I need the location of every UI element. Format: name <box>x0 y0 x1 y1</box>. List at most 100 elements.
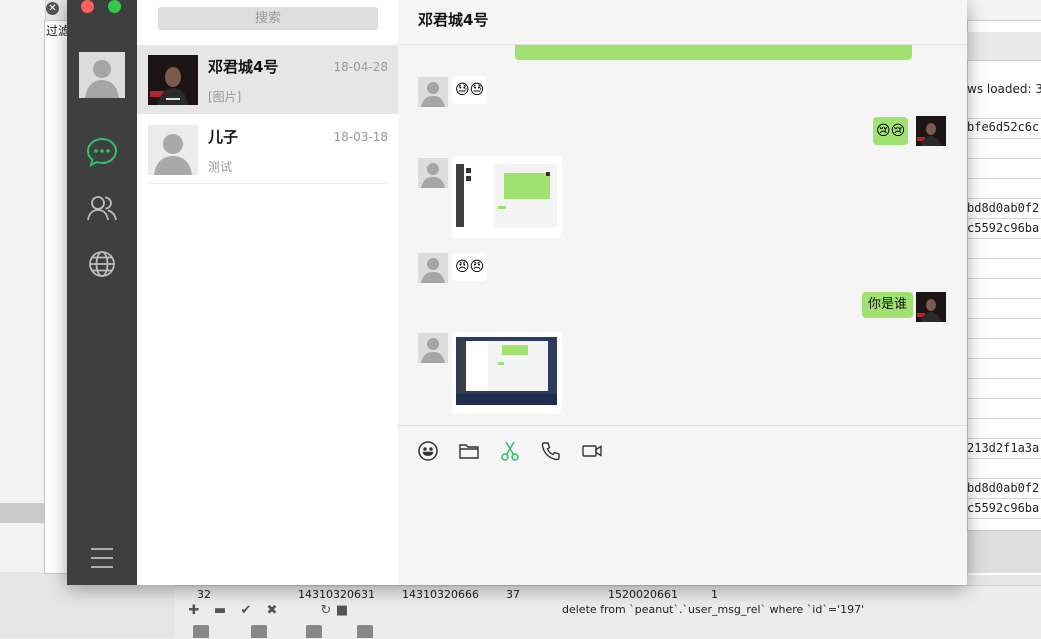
message-bubble-partial[interactable] <box>515 45 912 60</box>
message-input-area <box>398 425 967 585</box>
conversation-time: 18-03-18 <box>333 130 388 144</box>
discard-icon[interactable]: ✖ <box>265 603 279 618</box>
document-icon[interactable] <box>306 625 322 638</box>
row-divider <box>967 198 1041 199</box>
add-row-icon[interactable]: ✚ <box>187 603 201 618</box>
search-input[interactable]: 搜索 <box>158 7 378 30</box>
image-message[interactable] <box>452 332 562 414</box>
sender-avatar[interactable] <box>418 158 448 188</box>
row-divider <box>967 458 1041 459</box>
person-photo-icon <box>916 292 946 322</box>
contacts-tab-icon[interactable] <box>86 192 118 224</box>
rows-loaded-text: ws loaded: 3 <box>967 82 1041 96</box>
emoji-message[interactable]: 😠😠 <box>452 253 488 281</box>
conversation-item[interactable]: 儿子 18-03-18 测试 <box>137 115 398 184</box>
screenshot-thumbnail-icon <box>456 337 557 405</box>
database-icon[interactable] <box>251 625 267 638</box>
row-divider <box>967 138 1041 139</box>
emoji-message[interactable]: 😓😓 <box>452 76 488 104</box>
stop-icon[interactable]: ■ <box>335 603 349 618</box>
discover-tab-icon[interactable] <box>86 248 118 280</box>
close-icon[interactable]: ✕ <box>46 2 59 15</box>
table-cell[interactable]: bfe6d52c6c <box>967 120 1041 134</box>
sql-status-text: delete from `peanut`.`user_msg_rel` wher… <box>562 603 865 616</box>
emoji-message[interactable]: 😢😢 <box>873 117 909 145</box>
video-icon[interactable] <box>581 440 603 462</box>
row-divider <box>967 238 1041 239</box>
default-avatar-icon <box>418 77 448 107</box>
close-window-button[interactable] <box>81 0 94 13</box>
scissors-icon[interactable] <box>499 440 521 462</box>
row-divider <box>967 278 1041 279</box>
row-divider <box>967 378 1041 379</box>
conversation-preview: 测试 <box>208 160 233 174</box>
row-divider <box>967 158 1041 159</box>
conversation-name: 邓君城4号 <box>208 58 279 76</box>
background-table-band <box>967 32 1041 61</box>
background-left-pane <box>0 0 46 572</box>
contact-avatar <box>148 125 198 175</box>
my-message-avatar[interactable] <box>916 292 946 322</box>
wechat-window: 搜索 邓君城4号 18-04-28 [图片] 儿子 18-03-18 测试 邓君… <box>67 0 967 585</box>
text-message[interactable]: 你是谁 <box>862 292 914 318</box>
menu-icon[interactable] <box>89 546 115 570</box>
table-cell[interactable]: bd8d0ab0f2 <box>967 201 1041 215</box>
remove-row-icon[interactable]: ▬ <box>213 603 227 618</box>
zoom-window-button[interactable] <box>108 0 121 13</box>
chat-title: 邓君城4号 <box>418 11 489 29</box>
default-avatar-icon <box>418 253 448 283</box>
contact-avatar <box>148 55 198 105</box>
row-divider <box>967 518 1041 519</box>
chat-panel: 邓君城4号 😓😓 😢😢 😠😠 你是谁 <box>398 0 967 585</box>
default-avatar-icon <box>418 333 448 363</box>
row-divider <box>967 358 1041 359</box>
row-divider <box>967 298 1041 299</box>
phone-icon[interactable] <box>540 440 562 462</box>
row-divider <box>967 338 1041 339</box>
row-divider <box>967 418 1041 419</box>
background-strip <box>0 503 45 523</box>
filter-icon[interactable] <box>357 625 373 638</box>
image-message[interactable] <box>452 156 562 238</box>
sender-avatar[interactable] <box>418 333 448 363</box>
refresh-icon[interactable]: ↻ <box>319 603 333 618</box>
table-cell[interactable]: c5592c96ba <box>967 221 1041 235</box>
message-textarea[interactable] <box>398 478 967 585</box>
background-table-header <box>967 0 1041 21</box>
row-divider <box>967 258 1041 259</box>
database-icon[interactable] <box>193 625 209 638</box>
row-divider <box>967 498 1041 499</box>
list-divider <box>148 183 388 184</box>
conversation-preview: [图片] <box>208 90 242 104</box>
table-cell[interactable]: c5592c96ba <box>967 501 1041 515</box>
table-cell[interactable]: bd8d0ab0f2 <box>967 481 1041 495</box>
background-bottom-panel <box>967 530 1041 573</box>
emoji-icon[interactable] <box>417 440 439 462</box>
conversation-list: 搜索 邓君城4号 18-04-28 [图片] 儿子 18-03-18 测试 <box>137 0 398 585</box>
table-cell[interactable]: 213d2f1a3a <box>967 441 1041 455</box>
my-avatar[interactable] <box>79 52 125 98</box>
wechat-sidebar <box>67 0 137 585</box>
default-avatar-icon <box>148 125 198 175</box>
person-photo-icon <box>916 116 946 146</box>
person-photo-icon <box>148 55 198 105</box>
conversation-time: 18-04-28 <box>333 60 388 74</box>
row-divider <box>967 178 1041 179</box>
background-bottom-icons <box>175 625 1041 638</box>
screenshot-thumbnail-icon <box>456 164 557 227</box>
default-avatar-icon <box>418 158 448 188</box>
row-divider <box>967 478 1041 479</box>
conversation-name: 儿子 <box>208 128 239 146</box>
commit-icon[interactable]: ✔ <box>239 603 253 618</box>
row-divider <box>967 438 1041 439</box>
row-divider <box>967 318 1041 319</box>
my-message-avatar[interactable] <box>916 116 946 146</box>
row-divider <box>967 218 1041 219</box>
row-divider <box>967 118 1041 119</box>
chat-tab-icon[interactable] <box>86 136 118 168</box>
conversation-item[interactable]: 邓君城4号 18-04-28 [图片] <box>137 45 398 114</box>
default-avatar-icon <box>79 52 125 98</box>
sender-avatar[interactable] <box>418 77 448 107</box>
sender-avatar[interactable] <box>418 253 448 283</box>
folder-icon[interactable] <box>458 440 480 462</box>
